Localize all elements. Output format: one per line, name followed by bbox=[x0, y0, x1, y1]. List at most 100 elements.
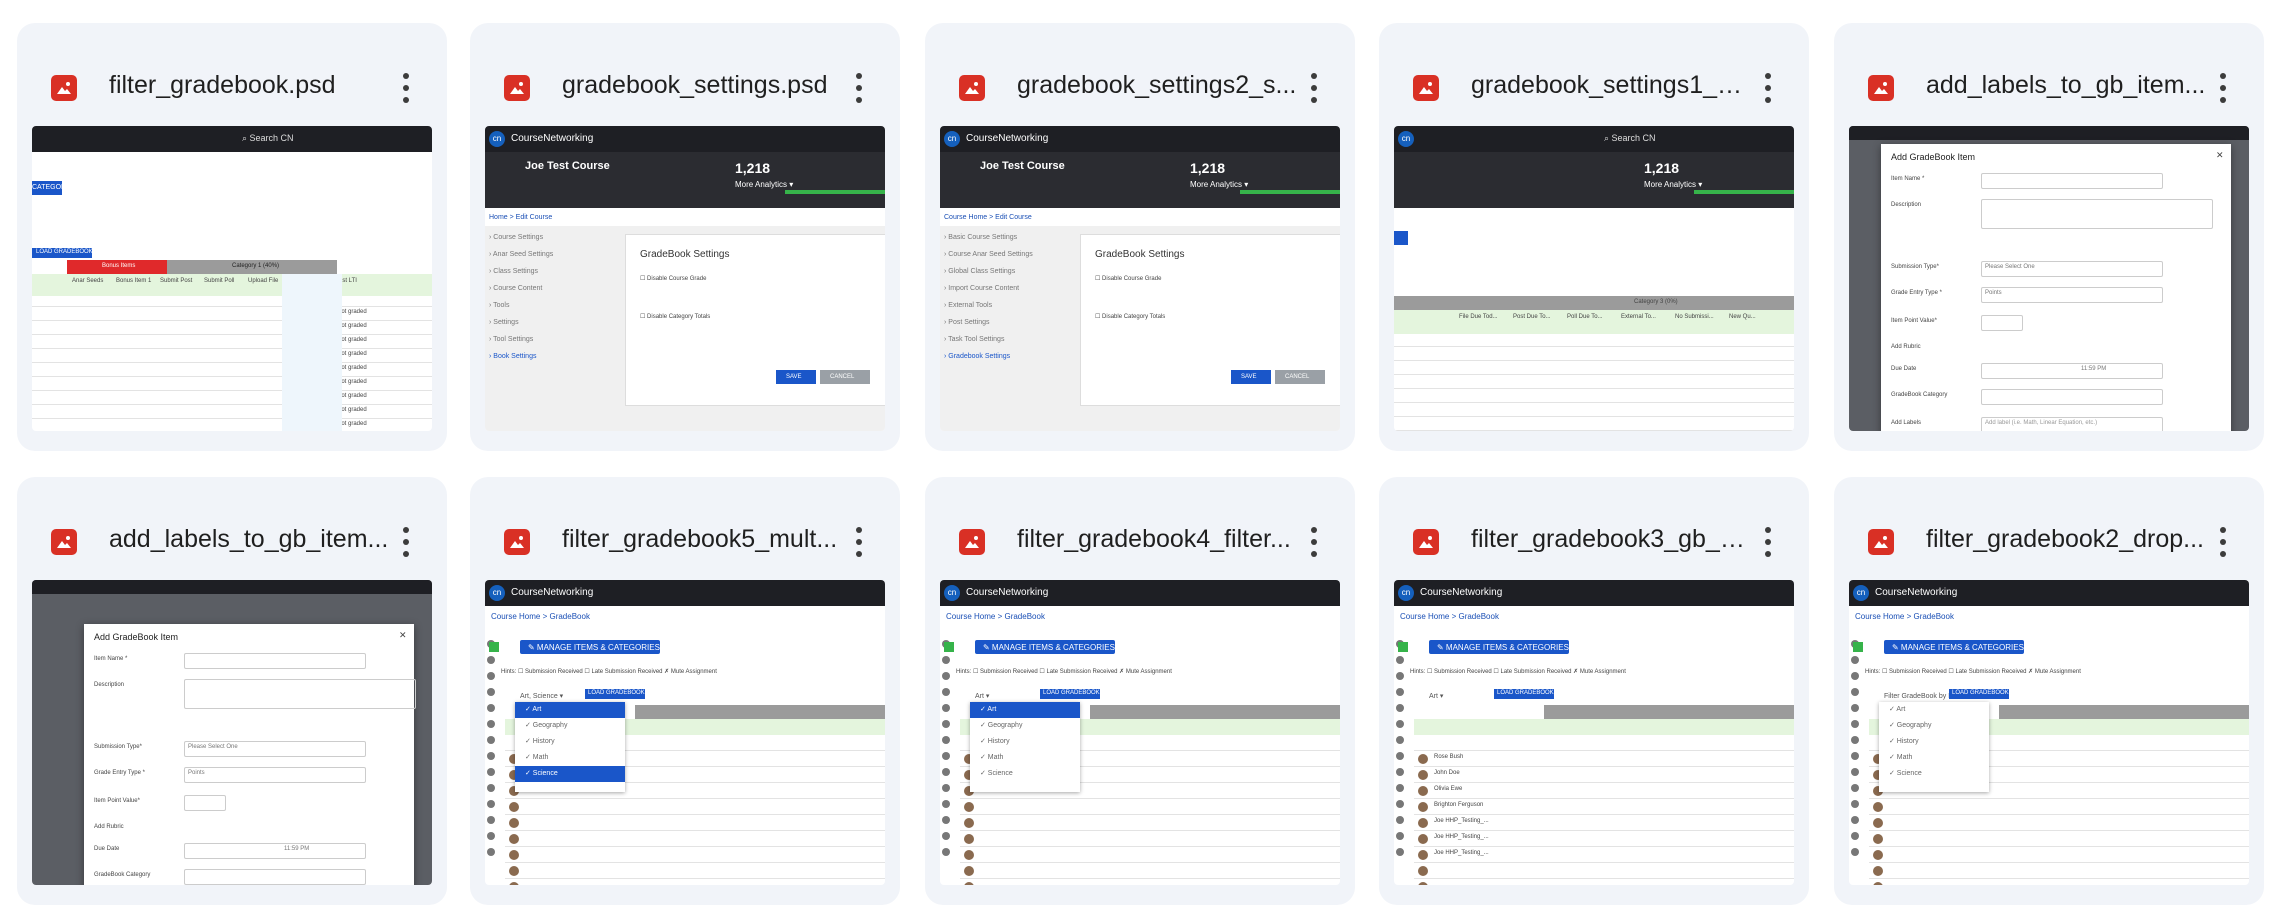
side-icon[interactable] bbox=[487, 784, 495, 792]
dropdown-option[interactable]: ✓ Geography bbox=[1879, 718, 1989, 734]
side-icon[interactable] bbox=[942, 672, 950, 680]
file-card[interactable]: gradebook_settings1_o... cn ⌕ Search CN 1,2… bbox=[1379, 23, 1809, 451]
side-icon[interactable] bbox=[942, 816, 950, 824]
side-icon[interactable] bbox=[1851, 704, 1859, 712]
file-card[interactable]: add_labels_to_gb_item... Add GradeBook It… bbox=[1834, 23, 2264, 451]
side-icon[interactable] bbox=[487, 736, 495, 744]
file-thumbnail[interactable]: Add GradeBook Item ✕ Item Name * Descriptio… bbox=[1849, 126, 2249, 431]
file-card[interactable]: filter_gradebook4_filter... cn CourseNetwo… bbox=[925, 477, 1355, 905]
side-icon[interactable] bbox=[487, 720, 495, 728]
file-thumbnail[interactable]: cn CourseNetworking Joe Test Course 1,218 Mo… bbox=[940, 126, 1340, 431]
more-vert-icon[interactable] bbox=[1761, 527, 1775, 557]
dropdown-option[interactable]: ✓ Science bbox=[970, 766, 1080, 782]
dropdown-option[interactable]: ✓ History bbox=[515, 734, 625, 750]
side-icon[interactable] bbox=[1851, 784, 1859, 792]
file-card[interactable]: filter_gradebook2_drop... cn CourseNetwork… bbox=[1834, 477, 2264, 905]
file-thumbnail[interactable]: cn CourseNetworking Course Home > GradeBoo… bbox=[1849, 580, 2249, 885]
side-icon[interactable] bbox=[487, 816, 495, 824]
file-card[interactable]: add_labels_to_gb_item... Add GradeBook It… bbox=[17, 477, 447, 905]
more-vert-icon[interactable] bbox=[1307, 73, 1321, 103]
side-icon[interactable] bbox=[1851, 736, 1859, 744]
side-icon[interactable] bbox=[1396, 704, 1404, 712]
side-icon[interactable] bbox=[1851, 656, 1859, 664]
file-thumbnail[interactable]: cn CourseNetworking Joe Test Course 1,218 Mo… bbox=[485, 126, 885, 431]
side-icon[interactable] bbox=[942, 832, 950, 840]
file-card[interactable]: filter_gradebook5_mult... cn CourseNetwork… bbox=[470, 477, 900, 905]
side-icon[interactable] bbox=[1396, 816, 1404, 824]
dropdown-option[interactable]: ✓ Art bbox=[970, 702, 1080, 718]
side-icon[interactable] bbox=[487, 656, 495, 664]
dropdown-option[interactable]: ✓ History bbox=[1879, 734, 1989, 750]
side-icon[interactable] bbox=[1396, 752, 1404, 760]
file-card[interactable]: filter_gradebook3_gb_fi... cn CourseNetwor… bbox=[1379, 477, 1809, 905]
dropdown-option[interactable]: ✓ Math bbox=[515, 750, 625, 766]
more-vert-icon[interactable] bbox=[852, 527, 866, 557]
side-icon[interactable] bbox=[487, 672, 495, 680]
avatar bbox=[964, 850, 974, 860]
file-thumbnail[interactable]: Add GradeBook Item ✕ Item Name * Descriptio… bbox=[32, 580, 432, 885]
side-icon[interactable] bbox=[1396, 832, 1404, 840]
side-icon[interactable] bbox=[1851, 752, 1859, 760]
dropdown-option[interactable]: ✓ Math bbox=[970, 750, 1080, 766]
file-card[interactable]: filter_gradebook.psd ⌕ Search CN CATEGORIE… bbox=[17, 23, 447, 451]
side-icon[interactable] bbox=[1851, 832, 1859, 840]
side-icon[interactable] bbox=[942, 752, 950, 760]
side-icon[interactable] bbox=[487, 768, 495, 776]
save-label: SAVE bbox=[786, 374, 802, 380]
side-icon[interactable] bbox=[487, 752, 495, 760]
side-icon[interactable] bbox=[1396, 768, 1404, 776]
more-vert-icon[interactable] bbox=[1307, 527, 1321, 557]
more-vert-icon[interactable] bbox=[399, 73, 413, 103]
file-thumbnail[interactable]: cn CourseNetworking Course Home > GradeBoo… bbox=[940, 580, 1340, 885]
side-icon[interactable] bbox=[1396, 720, 1404, 728]
file-card[interactable]: gradebook_settings.psd cn CourseNetworking… bbox=[470, 23, 900, 451]
dropdown-option[interactable]: ✓ Math bbox=[1879, 750, 1989, 766]
side-icon[interactable] bbox=[1396, 736, 1404, 744]
file-thumbnail[interactable]: cn CourseNetworking Course Home > GradeBoo… bbox=[1394, 580, 1794, 885]
dropdown-option[interactable]: ✓ Science bbox=[1879, 766, 1989, 782]
side-icon[interactable] bbox=[1396, 688, 1404, 696]
file-thumbnail[interactable]: cn CourseNetworking Course Home > GradeBoo… bbox=[485, 580, 885, 885]
dropdown-option[interactable]: ✓ History bbox=[970, 734, 1080, 750]
side-icon[interactable] bbox=[1851, 768, 1859, 776]
side-icon[interactable] bbox=[1396, 656, 1404, 664]
more-vert-icon[interactable] bbox=[852, 73, 866, 103]
side-icon[interactable] bbox=[1851, 672, 1859, 680]
side-icon[interactable] bbox=[487, 848, 495, 856]
side-icon[interactable] bbox=[942, 720, 950, 728]
side-icon[interactable] bbox=[1851, 848, 1859, 856]
dropdown-option[interactable]: ✓ Science bbox=[515, 766, 625, 782]
side-icon[interactable] bbox=[1851, 688, 1859, 696]
side-icon[interactable] bbox=[1396, 672, 1404, 680]
side-icon[interactable] bbox=[1396, 784, 1404, 792]
side-icon[interactable] bbox=[487, 832, 495, 840]
file-thumbnail[interactable]: cn ⌕ Search CN 1,218 More Analytics ▾ Catego… bbox=[1394, 126, 1794, 431]
avatar bbox=[1873, 850, 1883, 860]
dropdown-option[interactable]: ✓ Art bbox=[1879, 702, 1989, 718]
side-icon[interactable] bbox=[487, 688, 495, 696]
side-icon[interactable] bbox=[487, 800, 495, 808]
dropdown-option[interactable]: ✓ Art bbox=[515, 702, 625, 718]
side-icon[interactable] bbox=[942, 848, 950, 856]
side-icon[interactable] bbox=[487, 704, 495, 712]
side-icon[interactable] bbox=[1851, 800, 1859, 808]
more-vert-icon[interactable] bbox=[2216, 73, 2230, 103]
side-icon[interactable] bbox=[1851, 720, 1859, 728]
side-icon[interactable] bbox=[942, 800, 950, 808]
file-thumbnail[interactable]: ⌕ Search CN CATEGORIES LOAD GRADEBOOK Bonus… bbox=[32, 126, 432, 431]
side-icon[interactable] bbox=[1851, 816, 1859, 824]
side-icon[interactable] bbox=[942, 736, 950, 744]
side-icon[interactable] bbox=[1396, 848, 1404, 856]
side-icon[interactable] bbox=[942, 688, 950, 696]
side-icon[interactable] bbox=[942, 784, 950, 792]
file-card[interactable]: gradebook_settings2_s... cn CourseNetworki… bbox=[925, 23, 1355, 451]
side-icon[interactable] bbox=[942, 704, 950, 712]
side-icon[interactable] bbox=[1396, 800, 1404, 808]
dropdown-option[interactable]: ✓ Geography bbox=[970, 718, 1080, 734]
dropdown-option[interactable]: ✓ Geography bbox=[515, 718, 625, 734]
more-vert-icon[interactable] bbox=[399, 527, 413, 557]
side-icon[interactable] bbox=[942, 656, 950, 664]
more-vert-icon[interactable] bbox=[2216, 527, 2230, 557]
side-icon[interactable] bbox=[942, 768, 950, 776]
more-vert-icon[interactable] bbox=[1761, 73, 1775, 103]
